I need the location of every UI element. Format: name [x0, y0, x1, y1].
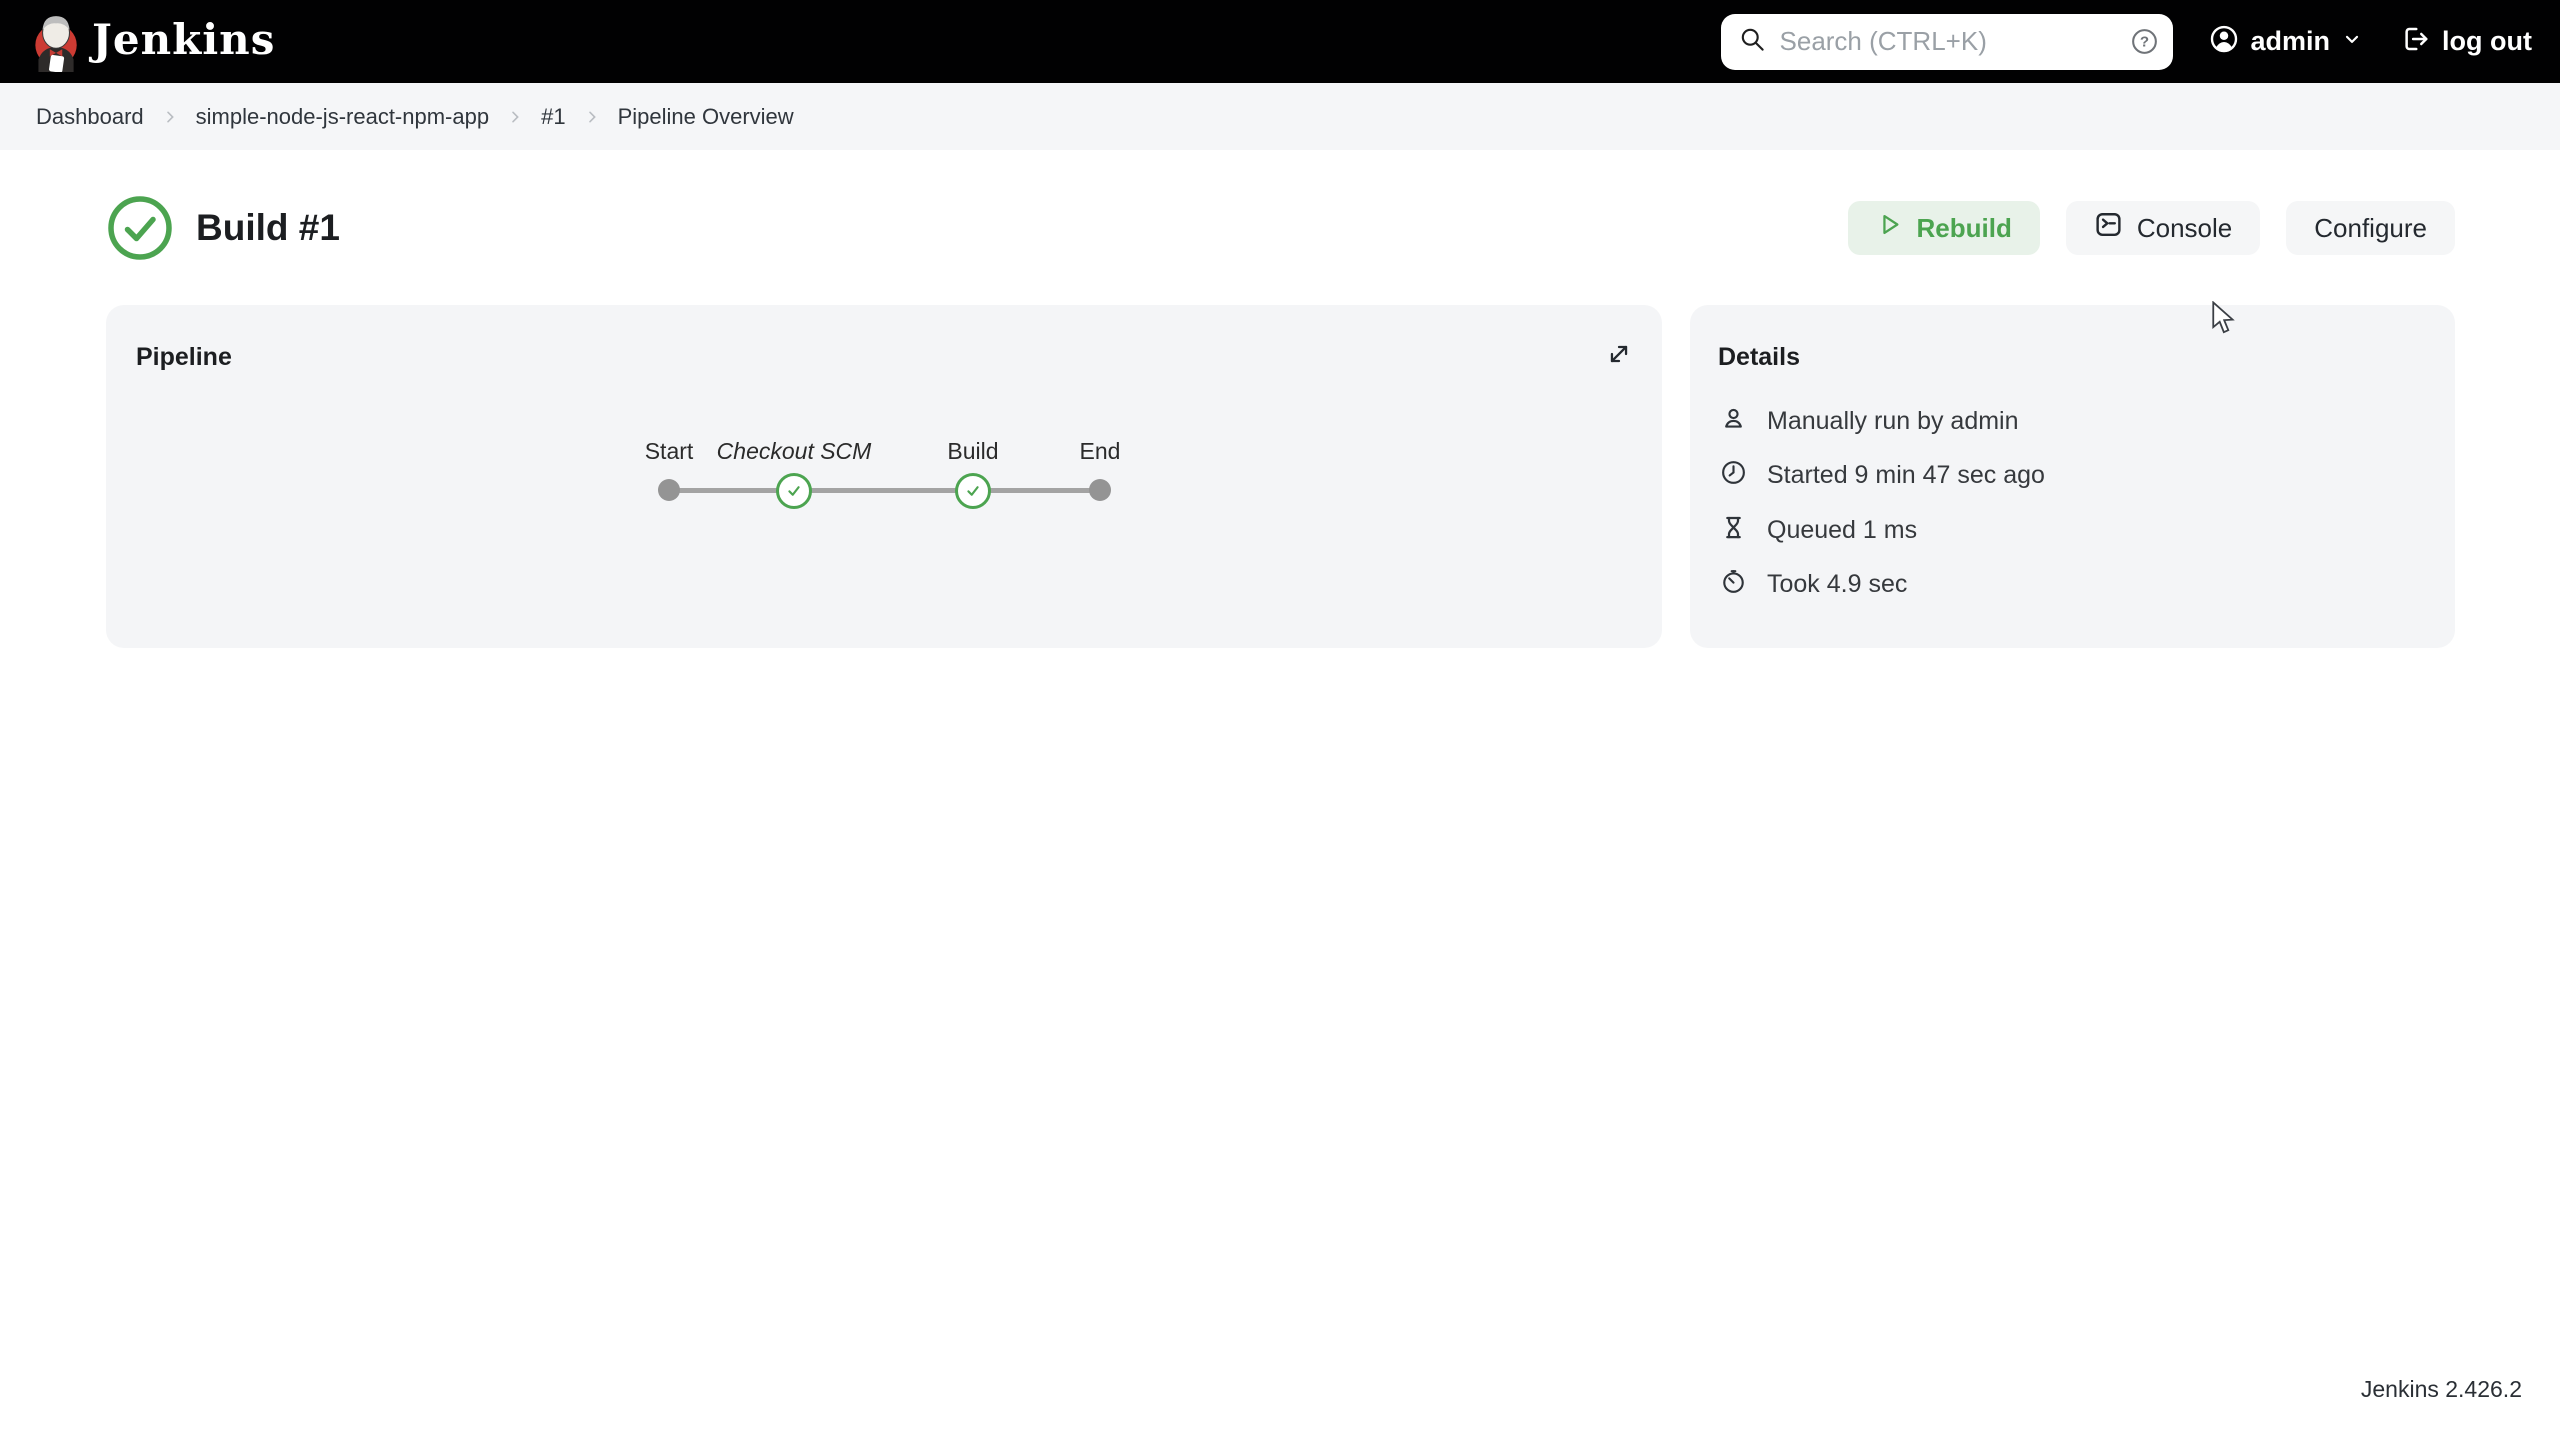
terminal-icon	[2094, 210, 2123, 246]
breadcrumb: Dashboard simple-node-js-react-npm-app #…	[0, 83, 2560, 150]
jenkins-version-link[interactable]: Jenkins 2.426.2	[2361, 1376, 2522, 1403]
detail-took-text: Took 4.9 sec	[1767, 569, 1908, 598]
expand-icon[interactable]	[1606, 341, 1632, 372]
jenkins-logo-icon	[28, 12, 82, 72]
clock-icon	[1720, 459, 1747, 491]
breadcrumb-chevron-icon	[162, 109, 178, 125]
detail-row-cause: Manually run by admin	[1720, 405, 2019, 437]
logout-button[interactable]: log out	[2400, 24, 2532, 59]
breadcrumb-chevron-icon	[507, 109, 523, 125]
jenkins-home-link[interactable]: Jenkins	[28, 12, 275, 72]
details-card: Details Manually run by admin Started 9 …	[1690, 305, 2455, 648]
play-icon	[1876, 211, 1903, 245]
detail-row-queued: Queued 1 ms	[1720, 514, 1917, 546]
action-buttons: Rebuild Console Configure	[1847, 201, 2455, 255]
stage-label-start: Start	[644, 438, 694, 464]
breadcrumb-build-number[interactable]: #1	[541, 104, 565, 130]
svg-text:?: ?	[2139, 34, 2148, 51]
user-avatar-icon	[2209, 24, 2239, 59]
search-input[interactable]	[1779, 26, 2116, 57]
detail-row-took: Took 4.9 sec	[1720, 568, 1907, 600]
detail-row-started: Started 9 min 47 sec ago	[1720, 459, 2045, 491]
chevron-down-icon	[2342, 29, 2362, 54]
search-icon	[1739, 26, 1766, 58]
person-icon	[1720, 405, 1747, 437]
stage-label-end: End	[1079, 438, 1121, 464]
pipeline-edge-line	[669, 488, 1100, 493]
help-icon[interactable]: ?	[2130, 27, 2159, 56]
stage-label-checkout-scm: Checkout SCM	[716, 438, 872, 464]
detail-queued-text: Queued 1 ms	[1767, 515, 1918, 544]
details-heading: Details	[1718, 343, 1800, 371]
breadcrumb-dashboard[interactable]: Dashboard	[36, 104, 144, 130]
rebuild-label: Rebuild	[1916, 212, 2012, 243]
console-button[interactable]: Console	[2065, 201, 2261, 255]
detail-started-text: Started 9 min 47 sec ago	[1767, 460, 2045, 489]
page-header: Build #1 Rebuild Console Configure	[106, 190, 2455, 266]
pipeline-card: Pipeline Start Checkout SCM Build End	[106, 305, 1662, 648]
page-title: Build #1	[196, 207, 340, 248]
stage-checkout-scm-success-icon[interactable]	[776, 473, 812, 509]
jenkins-wordmark: Jenkins	[92, 14, 276, 64]
user-name: admin	[2250, 26, 2331, 56]
logout-label: log out	[2442, 26, 2532, 56]
hourglass-icon	[1720, 514, 1747, 546]
stage-build-success-icon[interactable]	[955, 473, 991, 509]
stage-start-node	[658, 479, 680, 501]
search-box[interactable]: ?	[1720, 13, 2173, 70]
breadcrumb-pipeline-overview[interactable]: Pipeline Overview	[618, 104, 794, 130]
breadcrumb-job[interactable]: simple-node-js-react-npm-app	[196, 104, 489, 130]
pipeline-heading: Pipeline	[136, 343, 232, 371]
stage-end-node	[1089, 479, 1111, 501]
detail-cause-text: Manually run by admin	[1767, 406, 2019, 435]
configure-label: Configure	[2314, 212, 2427, 243]
rebuild-button[interactable]: Rebuild	[1847, 201, 2040, 255]
console-label: Console	[2136, 212, 2233, 243]
breadcrumb-chevron-icon	[584, 109, 600, 125]
logout-icon	[2400, 24, 2430, 59]
stage-label-build: Build	[947, 438, 999, 464]
top-bar: Jenkins ? admin	[0, 0, 2560, 83]
user-menu-button[interactable]: admin	[2209, 24, 2363, 59]
stopwatch-icon	[1720, 568, 1747, 600]
configure-button[interactable]: Configure	[2286, 201, 2455, 255]
build-success-icon	[106, 194, 174, 262]
